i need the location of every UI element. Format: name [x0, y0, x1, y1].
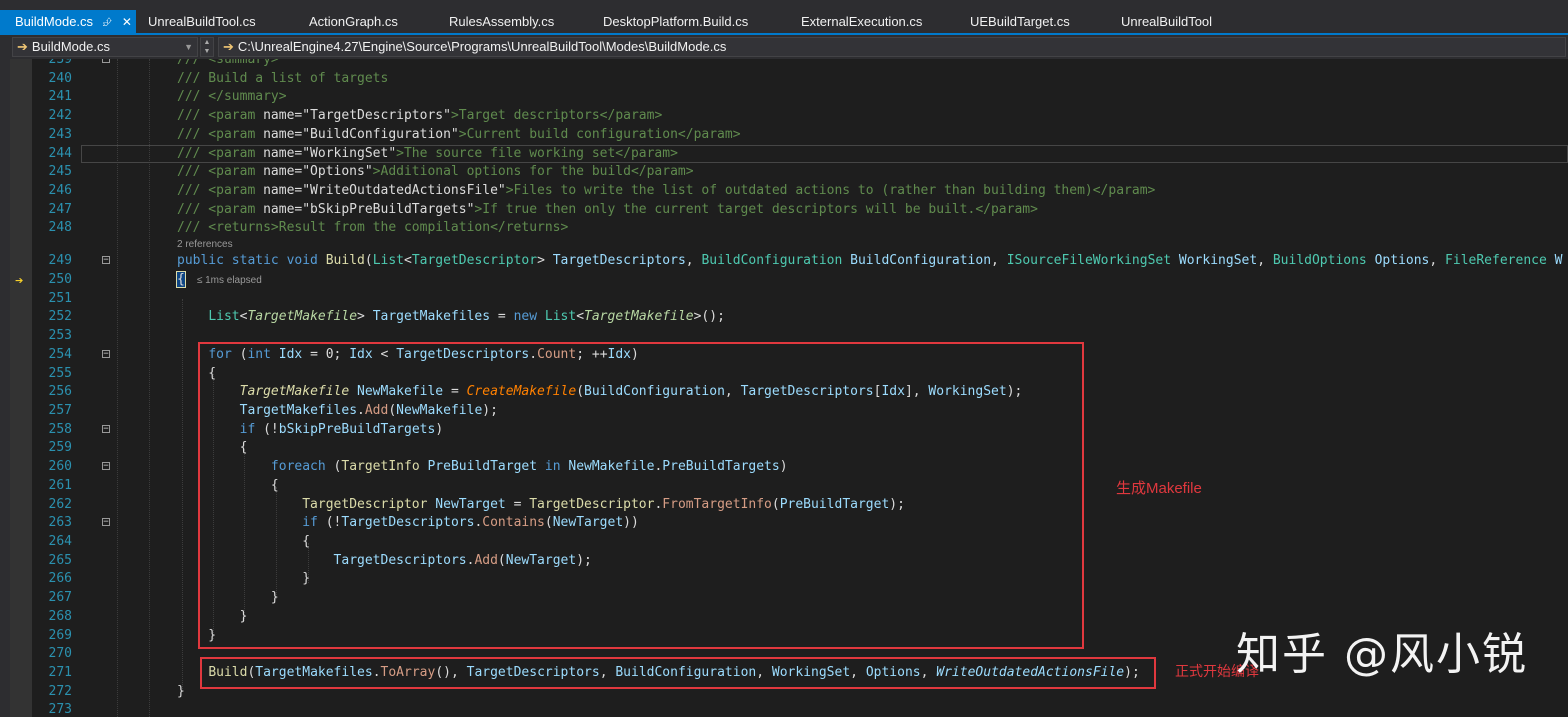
tab-desktopplatform-build[interactable]: DesktopPlatform.Build.cs [603, 10, 748, 34]
code-line: 252 List<TargetMakefile> TargetMakefiles… [32, 308, 1568, 327]
pin-icon[interactable]: ⮵ [103, 10, 113, 34]
tab-rulesassembly[interactable]: RulesAssembly.cs [449, 10, 554, 34]
line-number: 266 [48, 571, 72, 587]
tab-label: ActionGraph.cs [309, 14, 398, 29]
fold-toggle[interactable]: − [102, 518, 110, 527]
line-number: 248 [48, 220, 72, 236]
watermark: 知乎 @风小锐 [1236, 629, 1528, 680]
document-tab-strip: BuildMode.cs ⮵ ✕ UnrealBuildTool.cs Acti… [0, 0, 1568, 35]
line-number: 244 [48, 145, 72, 161]
makefile-annotation: 生成Makefile [1116, 480, 1202, 497]
chevron-down-icon: ▼ [184, 42, 193, 52]
line-number: 254 [48, 346, 72, 362]
line-number: 241 [48, 89, 72, 105]
arrow-right-icon: ➔ [17, 39, 28, 54]
code-line: 242/// <param name="TargetDescriptors">T… [32, 107, 1568, 126]
tab-label: BuildMode.cs [15, 14, 94, 29]
tab-label: UnrealBuildTool [1121, 14, 1213, 29]
line-number: 265 [48, 552, 72, 568]
line-number: 268 [48, 608, 72, 624]
code-line: 246/// <param name="WriteOutdatedActions… [32, 182, 1568, 201]
line-number: 270 [48, 646, 72, 662]
file-combo-value: BuildMode.cs [31, 39, 110, 54]
member-path-combo[interactable]: ➔ C:\UnrealEngine4.27\Engine\Source\Progr… [218, 37, 1566, 57]
tab-uebuildtarget[interactable]: UEBuildTarget.cs [970, 10, 1070, 34]
line-number: 242 [48, 108, 72, 124]
tab-unrealbuildtool[interactable]: UnrealBuildTool [1121, 10, 1212, 34]
line-number: 271 [48, 665, 72, 680]
code-line: 244/// <param name="WorkingSet">The sour… [32, 145, 1568, 164]
fold-toggle[interactable]: − [102, 424, 110, 433]
tab-buildmode[interactable]: BuildMode.cs ⮵ ✕ [0, 10, 136, 34]
current-statement-arrow-icon: ➔ [15, 273, 24, 289]
tab-label: UEBuildTarget.cs [970, 14, 1070, 29]
code-line: 241/// </summary> [32, 88, 1568, 107]
line-number: 260 [48, 459, 72, 475]
line-number: 245 [48, 164, 72, 180]
line-number: 252 [48, 309, 72, 325]
codelens-references[interactable]: 2 references [32, 238, 1568, 252]
line-number: 261 [48, 477, 72, 493]
line-number: 239 [48, 59, 72, 67]
navigation-bar: ➔ BuildMode.cs ▼ ▲ ▼ ➔ C:\UnrealEngine4.27\… [0, 35, 1568, 59]
line-number: 269 [48, 627, 72, 643]
tab-externalexecution[interactable]: ExternalExecution.cs [801, 10, 922, 34]
tab-label: RulesAssembly.cs [449, 14, 555, 29]
line-number: 253 [48, 328, 72, 344]
perf-tip: ≤ 1ms elapsed [196, 274, 262, 286]
code-line: 249− public static void Build(List<Target… [32, 252, 1568, 271]
line-number: 262 [48, 496, 72, 512]
fold-toggle[interactable]: − [102, 256, 110, 265]
line-number: 240 [48, 70, 72, 86]
code-line: 239−/// <summary> [32, 59, 1568, 70]
code-line: 240/// Build a list of targets [32, 70, 1568, 89]
code-line: 247/// <param name="bSkipPreBuildTargets… [32, 201, 1568, 220]
close-icon[interactable]: ✕ [122, 10, 132, 34]
fold-toggle[interactable]: − [102, 462, 110, 471]
line-number: 259 [48, 440, 72, 456]
line-number: 258 [48, 421, 72, 437]
code-line: 245/// <param name="Options">Additional … [32, 163, 1568, 182]
line-number: 264 [48, 533, 72, 549]
tab-label: DesktopPlatform.Build.cs [603, 14, 749, 29]
editor-left-margin [0, 59, 10, 717]
line-number: 273 [48, 702, 72, 717]
tab-unrealbuildtool-cs[interactable]: UnrealBuildTool.cs [148, 10, 256, 34]
line-number: 243 [48, 126, 72, 142]
code-line: 251 [32, 290, 1568, 309]
tab-actiongraph[interactable]: ActionGraph.cs [309, 10, 398, 34]
line-number: 263 [48, 515, 72, 531]
line-number: 251 [48, 290, 72, 306]
indicator-margin [10, 59, 32, 717]
code-line: 243/// <param name="BuildConfiguration">… [32, 126, 1568, 145]
build-call-highlight-box [200, 657, 1156, 689]
tab-label: UnrealBuildTool.cs [148, 14, 256, 29]
line-number: 250 [48, 271, 72, 287]
code-line: 248/// <returns>Result from the compilat… [32, 219, 1568, 238]
fold-toggle[interactable]: − [102, 59, 110, 64]
line-number: 255 [48, 365, 72, 381]
combo-spinner[interactable]: ▲ ▼ [200, 37, 214, 57]
file-combo[interactable]: ➔ BuildMode.cs ▼ [12, 37, 198, 57]
codelens-label: 2 references [177, 239, 233, 251]
arrow-right-icon: ➔ [223, 39, 234, 54]
path-combo-value: C:\UnrealEngine4.27\Engine\Source\Progra… [237, 39, 727, 54]
line-number: 267 [48, 590, 72, 606]
line-number: 256 [48, 384, 72, 400]
tab-label: ExternalExecution.cs [801, 14, 923, 29]
fold-toggle[interactable]: − [102, 349, 110, 358]
line-number: 247 [48, 201, 72, 217]
line-number: 272 [48, 683, 72, 699]
makefile-highlight-box [198, 342, 1084, 649]
code-line: 250{≤ 1ms elapsed [32, 270, 1568, 290]
line-number: 249 [48, 253, 72, 269]
line-number: 257 [48, 402, 72, 418]
code-line: 273 [32, 701, 1568, 717]
line-number: 246 [48, 183, 72, 199]
